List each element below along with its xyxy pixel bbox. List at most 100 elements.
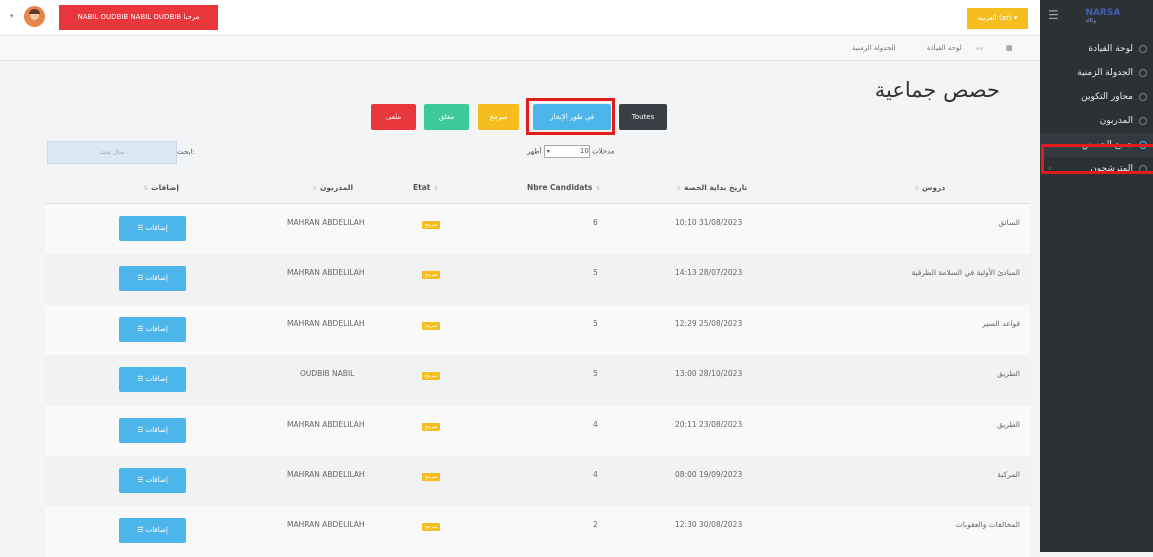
highlight-box-filter — [526, 98, 615, 135]
sort-icon: ⇅ — [595, 185, 601, 192]
table-row: قواعد السير 12:29 25/08/2023 5 مبرمج MAH… — [45, 304, 1030, 356]
filter-scheduled-button[interactable]: مبرمج — [478, 104, 519, 130]
candidates-cell: 4 — [593, 469, 598, 479]
sessions-table: ⇅ دروس ⇅ تاريخ بداية الحصة Nbre Candidats ⇅… — [45, 170, 1030, 557]
course-cell: المركبة — [997, 469, 1020, 479]
sort-icon: ⇅ — [143, 185, 149, 192]
status-badge: مبرمج — [422, 472, 440, 481]
candidates-cell: 5 — [593, 318, 598, 328]
column-header-course[interactable]: ⇅ دروس — [911, 183, 945, 192]
sidebar-item-label: لوحة القيادة — [1088, 44, 1133, 54]
course-cell: المبادئ الأولية في السلامة الطرقية — [911, 268, 1021, 278]
list-icon: ☰ — [137, 475, 146, 484]
sort-icon: ⇅ — [914, 185, 920, 192]
list-icon: ☰ — [137, 375, 146, 384]
list-icon: ☰ — [137, 526, 146, 535]
trainer-cell: OUDBIB NABIL — [300, 369, 355, 379]
sidebar-item-label: الجدولة الزمنية — [1077, 68, 1133, 78]
breadcrumb-dashboard[interactable]: لوحة القيادة — [927, 44, 962, 52]
status-badge: مبرمج — [422, 372, 440, 381]
actions-button[interactable]: ☰ إضافات — [119, 216, 186, 241]
table-row: المخالفات والعقوبات 12:30 30/08/2023 2 م… — [45, 506, 1030, 557]
status-badge: مبرمج — [422, 422, 440, 431]
table-row: المبادئ الأولية في السلامة الطرقية 14:13… — [45, 254, 1030, 305]
breadcrumb-schedule[interactable]: الجدولة الزمنية — [852, 44, 895, 52]
actions-button[interactable]: ☰ إضافات — [119, 316, 186, 342]
calendar-icon: ▦ — [1006, 44, 1013, 52]
filter-all-button[interactable]: Toutes — [619, 104, 667, 130]
brand-subtitle: وكالة — [1085, 18, 1096, 24]
actions-button[interactable]: ☰ إضافات — [119, 367, 186, 393]
column-header-candidates[interactable]: Nbre Candidats ⇅ — [527, 183, 603, 192]
actions-button[interactable]: ☰ إضافات — [119, 266, 186, 292]
sidebar-item-dashboard[interactable]: لوحة القيادة — [1040, 37, 1153, 61]
pen-icon: ✒ — [1123, 8, 1131, 18]
search-label: ابحث: — [177, 148, 195, 156]
trainer-cell: MAHRAN ABDELILAH — [287, 469, 365, 479]
date-cell: 20:11 23/08/2023 — [675, 419, 743, 429]
trainer-cell: MAHRAN ABDELILAH — [287, 268, 365, 278]
search-input[interactable]: مثال بحث — [47, 141, 177, 164]
language-button[interactable]: العربية (ar) ▾ — [967, 8, 1028, 29]
candidates-cell: 4 — [593, 419, 598, 429]
brand: ☰ NARSA ✒ وكالة — [1040, 0, 1153, 33]
column-header-trainers[interactable]: ⇅ المدربون — [309, 183, 353, 192]
date-cell: 10:10 31/08/2023 — [675, 218, 743, 227]
trainer-cell: MAHRAN ABDELILAH — [287, 520, 365, 530]
chevron-down-icon: ▾ — [546, 148, 550, 155]
sidebar: ☰ NARSA ✒ وكالة لوحة القيادة الجدولة الز… — [1040, 0, 1153, 552]
trainer-cell: MAHRAN ABDELILAH — [287, 318, 365, 328]
avatar-hair — [29, 9, 40, 14]
actions-button[interactable]: ☰ إضافات — [119, 417, 186, 443]
breadcrumb: ▦ 〰 لوحة القيادة الجدولة الزمنية — [0, 36, 1040, 61]
status-badge: مبرمج — [422, 321, 440, 330]
circle-icon — [1139, 117, 1147, 125]
page-size-value: 10 — [579, 147, 589, 155]
candidates-cell: 5 — [593, 268, 598, 278]
show-entries-prefix: أظهر — [527, 147, 542, 156]
actions-button[interactable]: ☰ إضافات — [119, 467, 186, 493]
circle-icon — [1139, 45, 1147, 53]
page-size-select[interactable]: ▾ 10 — [543, 145, 590, 158]
sort-icon: ⇅ — [676, 185, 682, 192]
sidebar-item-training-axes[interactable]: محاور التكوين — [1040, 85, 1153, 109]
date-cell: 13:00 28/10/2023 — [675, 369, 743, 379]
sidebar-item-trainers[interactable]: المدربون — [1040, 109, 1153, 133]
circle-icon — [1139, 93, 1147, 101]
caret-down-icon[interactable]: ▾ — [10, 12, 14, 20]
show-entries-suffix: مدخلات — [592, 147, 615, 156]
candidates-cell: 2 — [593, 520, 598, 530]
table-row: السائق 10:10 31/08/2023 6 مبرمج MAHRAN A… — [45, 204, 1030, 255]
course-cell: السائق — [998, 218, 1020, 227]
actions-button[interactable]: ☰ إضافات — [119, 518, 186, 544]
sidebar-item-schedule[interactable]: الجدولة الزمنية — [1040, 61, 1153, 85]
status-badge: مبرمج — [422, 221, 440, 229]
avatar[interactable] — [24, 6, 45, 27]
list-icon: ☰ — [137, 224, 146, 232]
candidates-cell: 6 — [593, 218, 598, 227]
sort-icon: ⇅ — [433, 185, 439, 192]
date-cell: 12:29 25/08/2023 — [675, 318, 743, 328]
table-header: ⇅ دروس ⇅ تاريخ بداية الحصة Nbre Candidats ⇅… — [45, 170, 1030, 204]
page-title: حصص جماعية — [874, 78, 1000, 102]
course-cell: المخالفات والعقوبات — [955, 520, 1020, 530]
date-cell: 08:00 19/09/2023 — [675, 469, 743, 479]
filter-closed-button[interactable]: مغلق — [424, 104, 469, 130]
highlight-box-sidebar — [1041, 144, 1153, 174]
table-row: الطريق 20:11 23/08/2023 4 مبرمج MAHRAN A… — [45, 405, 1030, 456]
circle-icon — [1139, 69, 1147, 77]
filter-cancelled-button[interactable]: ملغى — [371, 104, 416, 130]
column-header-state[interactable]: Etat ⇅ — [413, 183, 441, 192]
column-header-actions[interactable]: ⇅ إضافات — [140, 183, 179, 192]
sort-icon: ⇅ — [312, 185, 318, 192]
brand-logo[interactable]: NARSA ✒ وكالة — [1085, 8, 1131, 24]
brand-name: NARSA — [1085, 8, 1121, 18]
course-cell: قواعد السير — [982, 318, 1020, 328]
user-menu-button[interactable]: NABIL OUDBIB NABIL OUDBIB مرحبا — [59, 5, 218, 30]
topbar: ▾ NABIL OUDBIB NABIL OUDBIB مرحبا العربي… — [0, 0, 1040, 36]
table-row: الطريق 13:00 28/10/2023 5 مبرمج OUDBIB N… — [45, 355, 1030, 406]
chart-line-icon: 〰 — [976, 45, 983, 53]
hamburger-menu-icon[interactable]: ☰ — [1048, 8, 1059, 22]
column-header-start-date[interactable]: ⇅ تاريخ بداية الحصة — [673, 183, 747, 192]
status-badge: مبرمج — [422, 271, 440, 280]
